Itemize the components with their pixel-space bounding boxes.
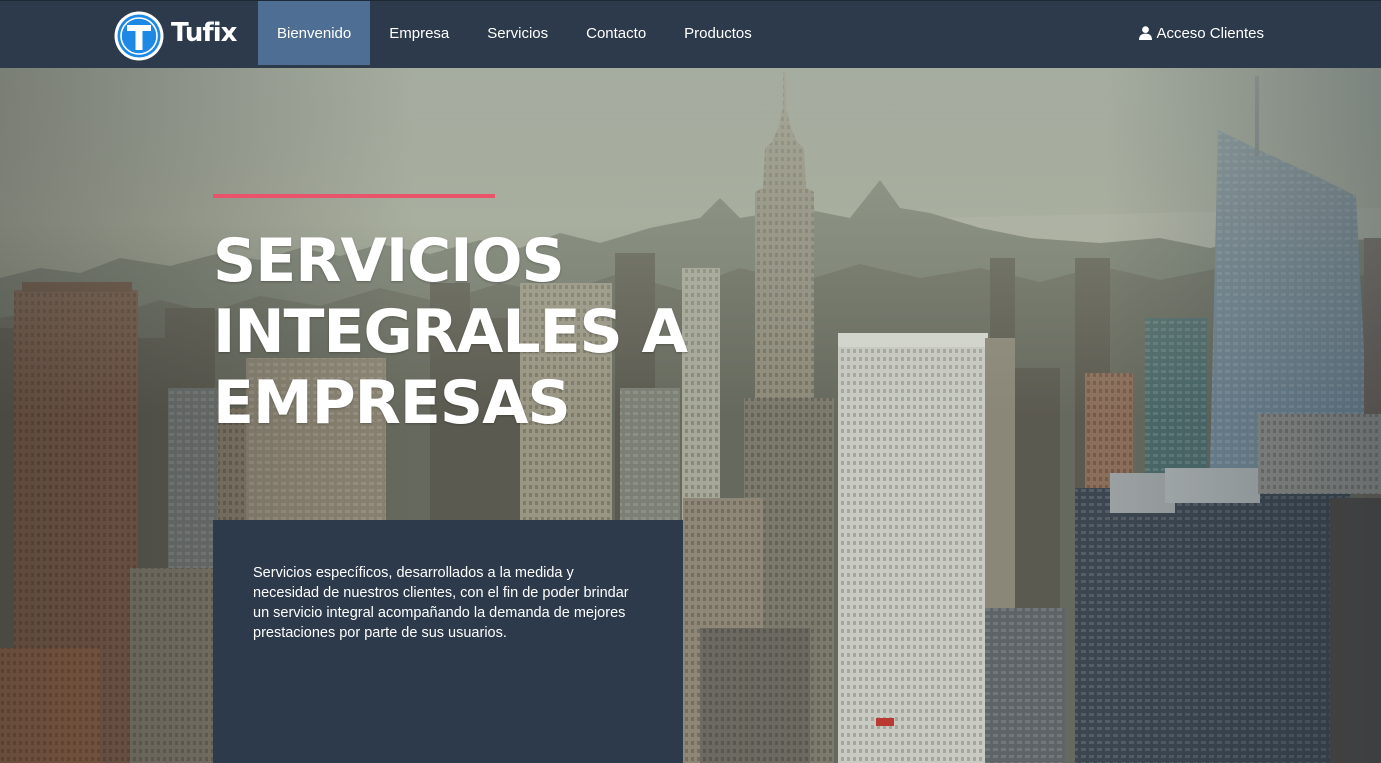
nav-item-empresa[interactable]: Empresa (370, 1, 468, 65)
brand-logo-link[interactable]: Tufix (113, 9, 237, 63)
user-icon (1139, 26, 1153, 40)
client-access-link[interactable]: Acceso Clientes (1139, 1, 1264, 65)
hero-title: SERVICIOS INTEGRALES A EMPRESAS (213, 226, 688, 438)
brand-name: Tufix (171, 18, 237, 48)
hero-section: SERVICIOS INTEGRALES A EMPRESAS Servicio… (0, 68, 1381, 763)
circle-t-logo-icon (114, 11, 164, 61)
nav-item-productos[interactable]: Productos (665, 1, 771, 65)
client-access-label: Acceso Clientes (1156, 24, 1264, 42)
hero-description: Servicios específicos, desarrollados a l… (253, 565, 629, 641)
hero-accent-line (213, 194, 495, 198)
nav-item-contacto[interactable]: Contacto (567, 1, 665, 65)
nav-item-bienvenido[interactable]: Bienvenido (258, 1, 371, 65)
hero-info-panel: Servicios específicos, desarrollados a l… (213, 520, 683, 763)
nav-item-servicios[interactable]: Servicios (468, 1, 567, 65)
top-navbar: Tufix Bienvenido Empresa Servicios Conta… (0, 0, 1381, 68)
main-nav: Bienvenido Empresa Servicios Contacto Pr… (258, 1, 771, 69)
